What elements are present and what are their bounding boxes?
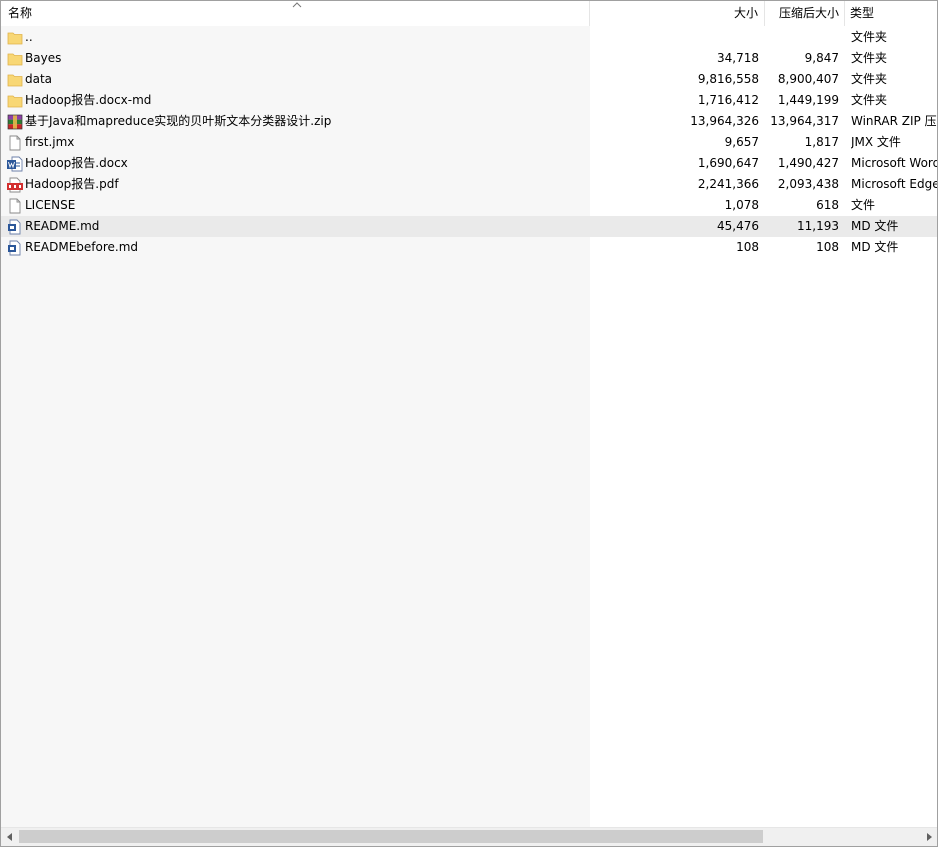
file-packed-size: 11,193 <box>797 219 839 233</box>
file-row[interactable]: data 9,816,558 8,900,407 文件夹 <box>1 69 937 90</box>
file-row[interactable]: Hadoop报告.docx 1,690,647 1,490,427 Microsoft… <box>1 153 937 174</box>
file-name: Bayes <box>25 51 62 65</box>
pdf-icon <box>7 177 23 193</box>
file-name: READMEbefore.md <box>25 240 139 254</box>
file-type: JMX 文件 <box>851 135 901 149</box>
file-size <box>590 27 759 48</box>
file-size: 9,816,558 <box>697 72 759 86</box>
file-packed-size: 1,449,199 <box>777 93 839 107</box>
file-row[interactable]: READMEbefore.md 108 108 MD 文件 <box>1 237 937 258</box>
file-packed-size: 9,847 <box>804 51 839 65</box>
file-size: 13,964,326 <box>690 114 759 128</box>
file-icon <box>7 198 23 214</box>
scroll-right-button[interactable] <box>920 828 937 846</box>
file-name: LICENSE <box>25 198 76 212</box>
archive-window: 名称 大小 压缩后大小 类型 .. 文件夹 Bayes 34,718 9,847 文件夹 d… <box>0 0 938 847</box>
file-type: 文件夹 <box>851 30 888 44</box>
scrollbar-thumb[interactable] <box>19 830 763 843</box>
file-name: data <box>25 72 53 86</box>
file-row[interactable]: 基于Java和mapreduce实现的贝叶斯文本分类器设计.zip 13,964,… <box>1 111 937 132</box>
column-header-type-label: 类型 <box>850 6 875 20</box>
file-name: 基于Java和mapreduce实现的贝叶斯文本分类器设计.zip <box>25 114 332 128</box>
file-name: first.jmx <box>25 135 75 149</box>
file-packed-size: 13,964,317 <box>770 114 839 128</box>
file-name: Hadoop报告.docx-md <box>25 93 152 107</box>
scroll-left-arrow-icon <box>6 833 12 841</box>
file-type: 文件夹 <box>851 51 888 65</box>
file-size: 1,716,412 <box>697 93 759 107</box>
md-file-icon <box>7 219 23 235</box>
file-size: 2,241,366 <box>697 177 759 191</box>
column-header-size[interactable]: 大小 <box>590 1 765 26</box>
file-packed-size <box>765 27 839 48</box>
file-type: MD 文件 <box>851 240 899 254</box>
file-type: Microsoft Word 文档 <box>851 156 938 170</box>
file-type: MD 文件 <box>851 219 899 233</box>
file-name: README.md <box>25 219 100 233</box>
scroll-left-button[interactable] <box>1 828 18 846</box>
file-type: 文件 <box>851 198 876 212</box>
file-row[interactable]: README.md 45,476 11,193 MD 文件 <box>1 216 937 237</box>
column-header-packed-size[interactable]: 压缩后大小 <box>765 1 845 26</box>
folder-icon <box>7 30 23 46</box>
word-document-icon <box>7 156 23 172</box>
column-header-type[interactable]: 类型 <box>845 1 937 26</box>
file-row[interactable]: Hadoop报告.pdf 2,241,366 2,093,438 Microsoft … <box>1 174 937 195</box>
file-packed-size: 2,093,438 <box>777 177 839 191</box>
column-header: 名称 大小 压缩后大小 类型 <box>1 1 937 26</box>
folder-icon <box>7 51 23 67</box>
file-row[interactable]: Hadoop报告.docx-md 1,716,412 1,449,199 文件夹 <box>1 90 937 111</box>
file-size: 9,657 <box>724 135 759 149</box>
column-header-size-label: 大小 <box>733 6 758 20</box>
file-size: 108 <box>736 240 759 254</box>
column-header-packed-label: 压缩后大小 <box>778 6 839 20</box>
file-packed-size: 1,490,427 <box>777 156 839 170</box>
folder-icon <box>7 93 23 109</box>
file-icon <box>7 135 23 151</box>
file-name: .. <box>25 30 33 44</box>
file-type: 文件夹 <box>851 93 888 107</box>
md-file-icon <box>7 240 23 256</box>
file-name: Hadoop报告.docx <box>25 156 128 170</box>
file-size: 34,718 <box>717 51 759 65</box>
file-row[interactable]: .. 文件夹 <box>1 27 937 48</box>
file-size: 1,078 <box>724 198 759 212</box>
file-size: 1,690,647 <box>697 156 759 170</box>
file-row[interactable]: Bayes 34,718 9,847 文件夹 <box>1 48 937 69</box>
file-packed-size: 108 <box>816 240 839 254</box>
file-size: 45,476 <box>717 219 759 233</box>
winrar-archive-icon <box>7 114 23 130</box>
folder-icon <box>7 72 23 88</box>
file-name: Hadoop报告.pdf <box>25 177 119 191</box>
column-header-name-label: 名称 <box>8 6 33 20</box>
horizontal-scrollbar[interactable] <box>1 827 937 846</box>
file-row[interactable]: first.jmx 9,657 1,817 JMX 文件 <box>1 132 937 153</box>
file-row[interactable]: LICENSE 1,078 618 文件 <box>1 195 937 216</box>
file-list: .. 文件夹 Bayes 34,718 9,847 文件夹 data 9,816,558 8,9… <box>1 27 937 258</box>
sort-ascending-icon <box>292 2 302 8</box>
file-type: Microsoft Edge PDF 文档 <box>851 177 938 191</box>
file-packed-size: 8,900,407 <box>777 72 839 86</box>
file-type: WinRAR ZIP 压缩文件 <box>851 114 937 128</box>
file-packed-size: 618 <box>816 198 839 212</box>
scroll-right-arrow-icon <box>926 833 932 841</box>
file-type: 文件夹 <box>851 72 888 86</box>
file-packed-size: 1,817 <box>804 135 839 149</box>
